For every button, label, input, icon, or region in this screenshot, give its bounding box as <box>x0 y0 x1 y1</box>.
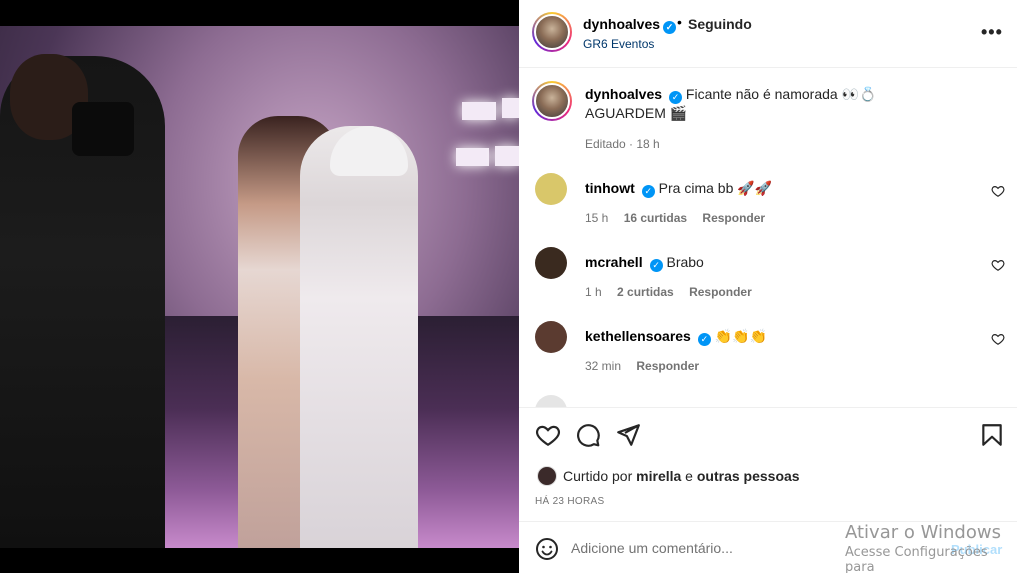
comment-avatar[interactable] <box>535 321 567 353</box>
photo-light <box>495 146 519 166</box>
comment-meta: 15 h 16 curtidas Responder <box>585 211 777 225</box>
comment-time: 15 h <box>585 211 609 225</box>
comment-time: 1 h <box>585 285 602 299</box>
share-icon[interactable] <box>615 422 641 448</box>
author-avatar[interactable] <box>532 12 572 52</box>
comment-username[interactable]: tinhowt <box>585 180 635 196</box>
more-icon[interactable]: ••• <box>981 22 1003 43</box>
caption-avatar[interactable] <box>532 81 572 121</box>
watermark-subtitle: Acesse Configurações para <box>845 545 988 573</box>
caption-username[interactable]: dynhoalves <box>585 86 662 102</box>
watermark-title: Ativar o Windows <box>845 522 1001 543</box>
follow-status-button[interactable]: Seguindo <box>688 16 752 32</box>
comment-body: Brabo <box>666 254 704 270</box>
comment-avatar[interactable] <box>535 173 567 205</box>
comment-text: mcrahell ✓ Brabo <box>585 253 975 272</box>
comment-likes[interactable]: 16 curtidas <box>624 211 687 225</box>
comment-meta: 32 min Responder <box>585 359 711 373</box>
reply-button[interactable]: Responder <box>702 211 765 225</box>
post-photo[interactable] <box>0 26 519 548</box>
author-username[interactable]: dynhoalves ✓ <box>583 16 677 34</box>
likes-summary[interactable]: Curtido por mirella e outras pessoas <box>537 466 800 486</box>
header-separator: • <box>677 14 682 30</box>
author-subtitle[interactable]: GR6 Eventos <box>583 37 654 51</box>
likes-others[interactable]: outras pessoas <box>697 468 800 484</box>
post-modal: dynhoalves ✓ • Seguindo GR6 Eventos ••• d… <box>0 0 1017 573</box>
caption-text: dynhoalves ✓ Ficante não é namorada 👀💍 AG… <box>585 85 975 122</box>
post-timestamp: HÁ 23 HORAS <box>535 496 605 507</box>
photo-camera <box>72 102 134 156</box>
caption-meta: Editado · 18 h <box>585 137 660 151</box>
comment-username[interactable]: mcrahell <box>585 254 643 270</box>
caption-body: Ficante não é namorada 👀💍 <box>685 86 877 102</box>
verified-icon: ✓ <box>669 91 683 104</box>
comment-avatar[interactable] <box>535 395 567 407</box>
comments-list[interactable]: dynhoalves ✓ Ficante não é namorada 👀💍 AG… <box>519 69 1017 407</box>
verified-icon: ✓ <box>663 21 677 34</box>
photo-light <box>462 102 496 120</box>
comment-text: tinhowt ✓ Pra cima bb 🚀🚀 <box>585 179 975 198</box>
comment-meta: 1 h 2 curtidas Responder <box>585 285 764 299</box>
comment-time: 32 min <box>585 359 622 373</box>
comment-likes[interactable]: 2 curtidas <box>617 285 674 299</box>
photo-man <box>300 126 418 548</box>
verified-icon: ✓ <box>641 185 655 198</box>
comment-input[interactable] <box>571 534 871 562</box>
post-header: dynhoalves ✓ • Seguindo GR6 Eventos ••• <box>519 0 1017 68</box>
post-panel: dynhoalves ✓ • Seguindo GR6 Eventos ••• d… <box>519 0 1017 573</box>
photo-light <box>502 98 519 118</box>
windows-activation-watermark: Ativar o Windows Acesse Configurações pa… <box>845 522 1017 573</box>
reply-button[interactable]: Responder <box>636 359 699 373</box>
verified-icon: ✓ <box>697 333 711 346</box>
comment-avatar[interactable] <box>535 247 567 279</box>
heart-icon[interactable] <box>991 332 1005 346</box>
bookmark-icon[interactable] <box>979 422 1005 448</box>
emoji-icon[interactable] <box>535 537 559 561</box>
liker-username[interactable]: mirella <box>636 468 681 484</box>
post-actions: Curtido por mirella e outras pessoas HÁ … <box>519 407 1017 521</box>
comment-text: kethellensoares ✓ 👏👏👏 <box>585 327 975 346</box>
liker-avatar <box>537 466 557 486</box>
heart-icon[interactable] <box>991 258 1005 272</box>
verified-icon: ✓ <box>649 259 663 272</box>
comment-icon[interactable] <box>575 422 601 448</box>
heart-icon[interactable] <box>991 184 1005 198</box>
reply-button[interactable]: Responder <box>689 285 752 299</box>
heart-icon[interactable] <box>535 422 561 448</box>
comment-username[interactable]: kethellensoares <box>585 328 691 344</box>
photo-light <box>456 148 489 166</box>
comment-body: Pra cima bb 🚀🚀 <box>658 180 773 196</box>
post-media[interactable] <box>0 0 519 573</box>
comment-body: 👏👏👏 <box>714 328 768 344</box>
caption-body-2: AGUARDEM 🎬 <box>585 105 688 121</box>
